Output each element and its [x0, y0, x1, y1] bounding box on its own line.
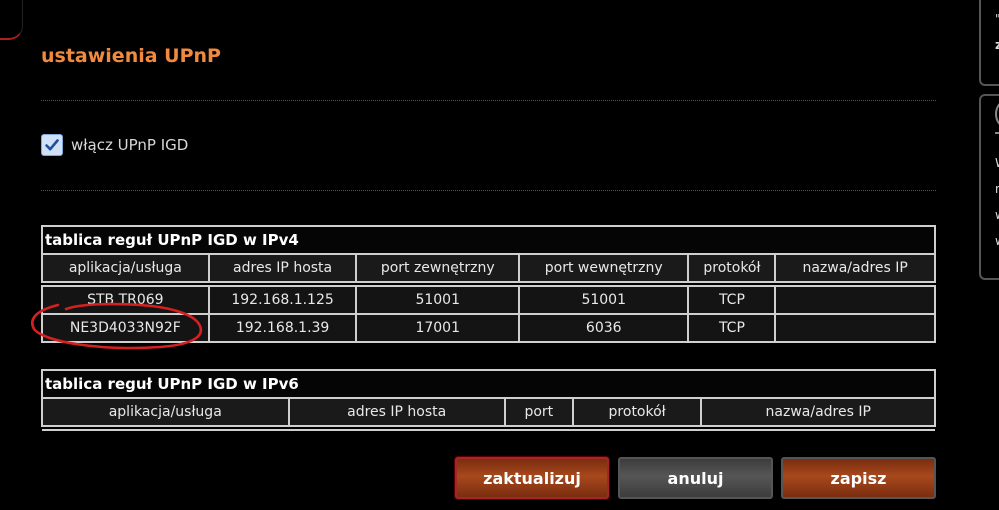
column-header: protokół: [687, 253, 777, 283]
column-header: port wewnętrzny: [517, 253, 690, 283]
table-row: NE3D4033N92F 192.168.1.39 17001 6036 TCP: [41, 313, 936, 343]
column-header: adres IP hosta: [287, 397, 506, 427]
cell-host-ip: 192.168.1.39: [207, 313, 358, 343]
cell-host-ip: 192.168.1.125: [207, 285, 358, 315]
side-panel-top: " z: [979, 0, 999, 86]
cell-external-port: 51001: [355, 285, 520, 315]
side-panel-bottom: W n w w: [979, 94, 999, 280]
cell-internal-port: 6036: [517, 313, 690, 343]
info-circle-icon: [995, 100, 999, 128]
cancel-button[interactable]: anuluj: [618, 457, 773, 499]
update-button[interactable]: zaktualizuj: [455, 457, 609, 499]
cell-internal-port: 51001: [517, 285, 690, 315]
row-separator: [42, 425, 935, 431]
page-title: ustawienia UPnP: [41, 45, 221, 67]
side-panel-char: w: [995, 234, 999, 248]
divider: [41, 190, 936, 191]
checkmark-icon: [45, 139, 59, 151]
table-row: STB TR069 192.168.1.125 51001 51001 TCP: [41, 285, 936, 315]
divider: [41, 100, 936, 101]
side-panel-char: w: [995, 208, 999, 222]
cell-name-address: [774, 285, 936, 315]
cell-external-port: 17001: [355, 313, 520, 343]
column-header: adres IP hosta: [207, 253, 358, 283]
side-panel-char: n: [995, 182, 999, 196]
cell-application: STB TR069: [41, 285, 210, 315]
column-header: aplikacja/usługa: [41, 253, 210, 283]
upnp-igd-label: włącz UPnP IGD: [71, 136, 189, 154]
side-panel-char: W: [995, 156, 999, 170]
cell-name-address: [774, 313, 936, 343]
column-header: nazwa/adres IP: [774, 253, 936, 283]
upnp-igd-checkbox[interactable]: [41, 134, 63, 156]
column-header: protokół: [571, 397, 703, 427]
cell-application: NE3D4033N92F: [41, 313, 210, 343]
upnp-toggle-row[interactable]: włącz UPnP IGD: [41, 134, 188, 156]
ipv6-rules-table: tablica reguł UPnP IGD w IPv6 aplikacja/…: [41, 369, 936, 431]
save-button[interactable]: zapisz: [781, 457, 936, 499]
side-panel-char: ": [995, 12, 999, 26]
cell-protocol: TCP: [687, 285, 777, 315]
column-header: nazwa/adres IP: [700, 397, 936, 427]
column-header: aplikacja/usługa: [41, 397, 290, 427]
column-header: port: [503, 397, 574, 427]
divider: [995, 132, 999, 134]
ipv6-table-caption: tablica reguł UPnP IGD w IPv6: [41, 369, 936, 399]
side-panel-char: z: [995, 38, 999, 52]
column-header: port zewnętrzny: [355, 253, 520, 283]
corner-accent: [0, 0, 23, 40]
ipv4-rules-table: tablica reguł UPnP IGD w IPv4 aplikacja/…: [41, 225, 936, 343]
ipv4-table-caption: tablica reguł UPnP IGD w IPv4: [41, 225, 936, 255]
cell-protocol: TCP: [687, 313, 777, 343]
